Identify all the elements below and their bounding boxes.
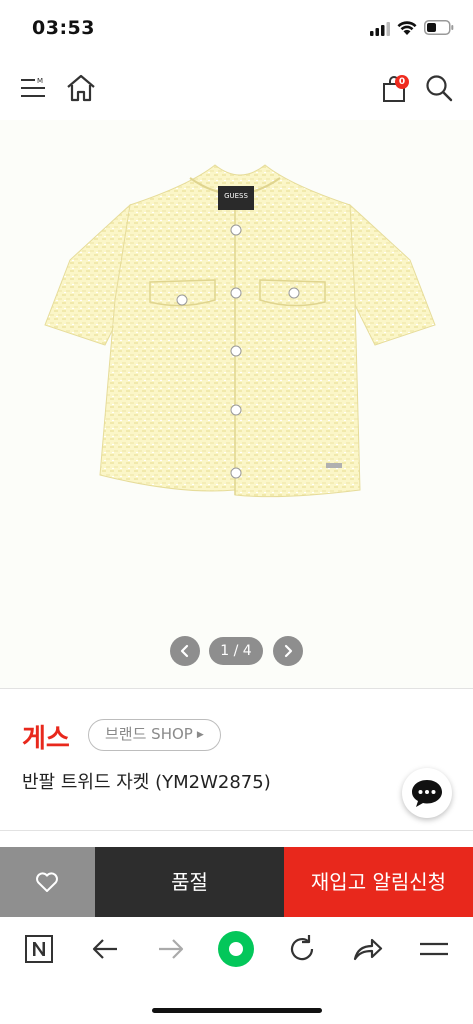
wishlist-button[interactable] <box>0 847 95 917</box>
naver-icon[interactable] <box>21 931 57 967</box>
menu-icon[interactable]: M <box>18 74 48 102</box>
chevron-left-icon <box>180 644 189 658</box>
hamburger-menu-icon[interactable] <box>416 931 452 967</box>
gallery-navigation: 1 / 4 <box>0 636 473 668</box>
brand-shop-label: 브랜드 SHOP <box>105 725 193 743</box>
cart-count-badge: 0 <box>395 75 409 89</box>
status-time: 03:53 <box>32 17 95 39</box>
caret-right-icon: ▶ <box>196 730 204 740</box>
green-dot-home-icon[interactable] <box>216 929 256 969</box>
share-icon[interactable] <box>350 931 386 967</box>
heart-icon <box>36 872 58 892</box>
back-arrow-icon[interactable] <box>87 931 123 967</box>
chat-bubble-icon <box>412 780 442 807</box>
brand-row: 게스 브랜드 SHOP ▶ <box>22 716 462 754</box>
svg-text:M: M <box>37 77 43 85</box>
home-icon[interactable] <box>64 72 98 104</box>
jacket-brand-label: GUESS <box>224 192 248 200</box>
shopping-bag-button[interactable]: 0 <box>380 72 412 104</box>
chevron-right-icon <box>284 644 293 658</box>
reload-icon[interactable] <box>284 931 320 967</box>
chat-button[interactable] <box>402 768 452 818</box>
soldout-button[interactable]: 품절 <box>95 847 284 917</box>
product-gallery[interactable]: GUESS 1 / 4 <box>0 120 473 688</box>
forward-arrow-icon[interactable] <box>153 931 189 967</box>
cellular-signal-icon <box>370 22 390 36</box>
purchase-action-bar: 품절 재입고 알림신청 <box>0 847 473 917</box>
home-indicator <box>152 1008 322 1013</box>
app-header: M 0 <box>0 58 473 120</box>
product-name: 반팔 트위드 자켓 (YM2W2875) <box>22 772 271 793</box>
gallery-counter: 1 / 4 <box>209 637 263 665</box>
brand-shop-button[interactable]: 브랜드 SHOP ▶ <box>88 719 221 751</box>
product-image: GUESS <box>44 164 436 498</box>
restock-alert-button[interactable]: 재입고 알림신청 <box>284 847 473 917</box>
status-bar: 03:53 <box>0 0 473 58</box>
search-icon[interactable] <box>424 73 454 103</box>
brand-name[interactable]: 게스 <box>22 718 70 755</box>
wifi-icon <box>397 21 417 35</box>
divider <box>0 830 473 831</box>
gallery-prev-button[interactable] <box>170 636 200 666</box>
gallery-next-button[interactable] <box>273 636 303 666</box>
battery-icon <box>424 20 454 35</box>
divider <box>0 688 473 689</box>
